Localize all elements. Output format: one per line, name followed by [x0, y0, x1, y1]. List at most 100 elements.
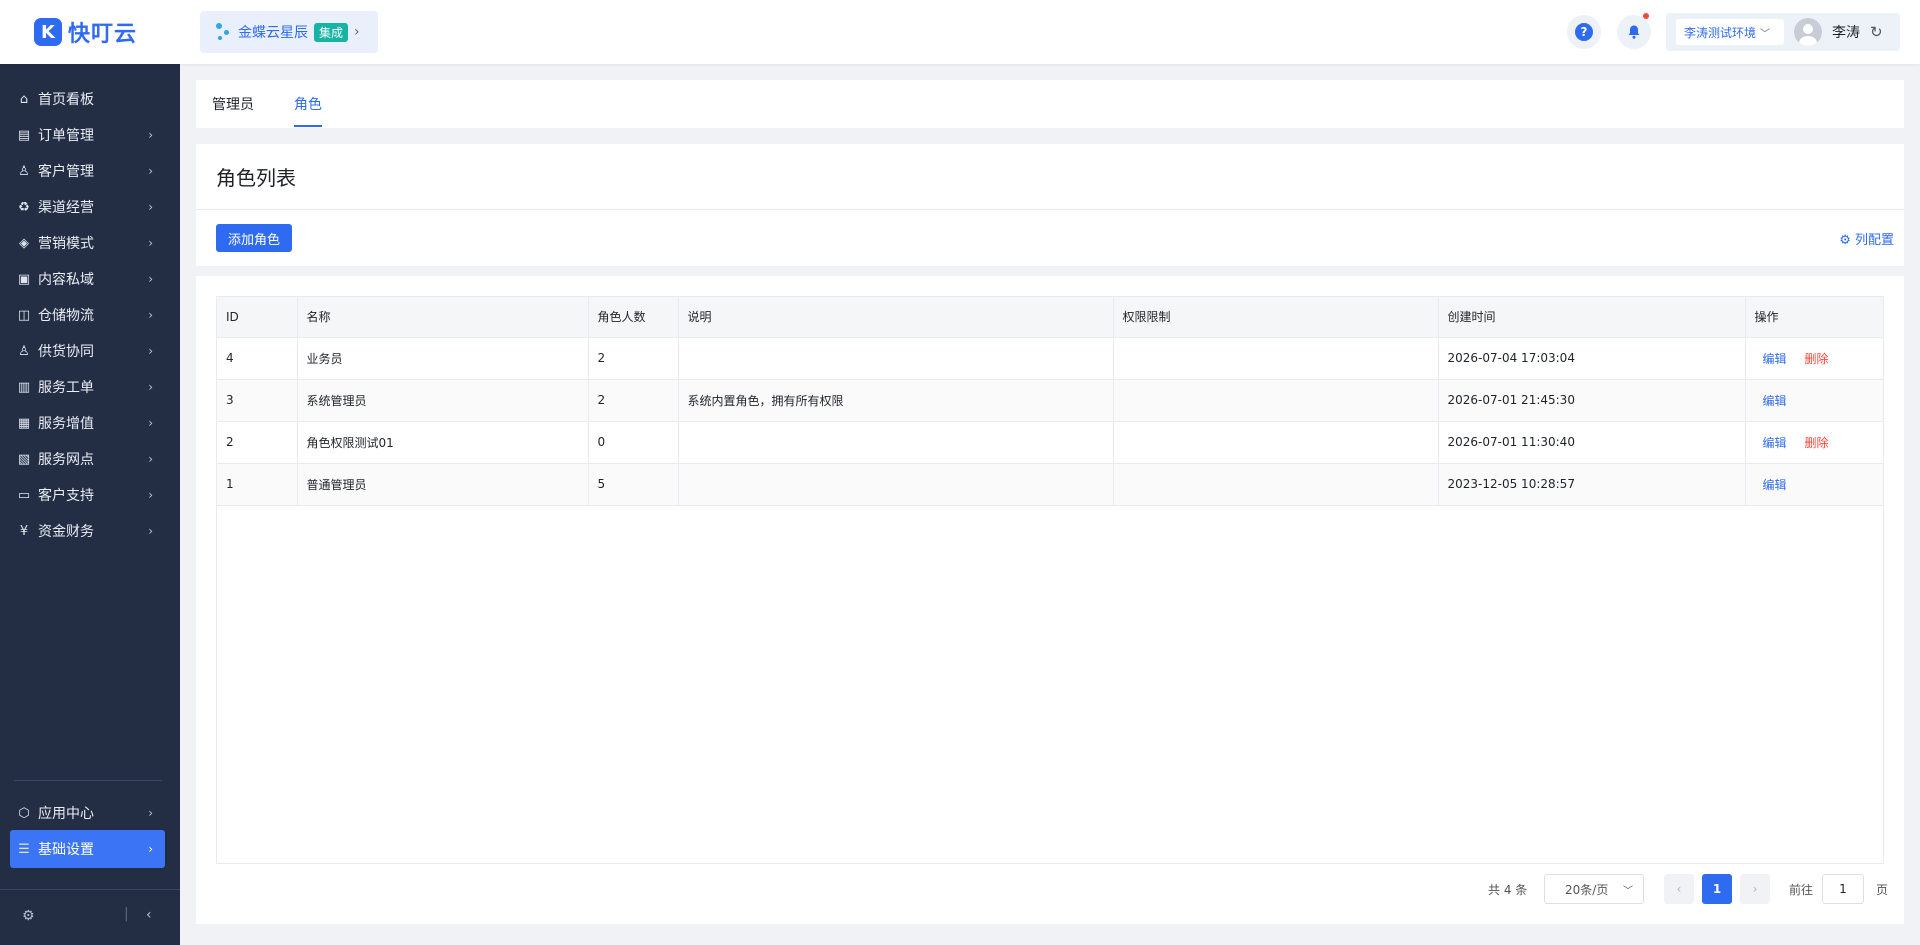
column-header-permission-limit[interactable]: 权限限制 — [1113, 297, 1439, 338]
cell-actions: 编辑 — [1745, 379, 1883, 422]
sidebar-item-6[interactable]: ◫ 仓储物流 › — [10, 296, 165, 334]
goto-label: 前往 — [1789, 883, 1814, 897]
sidebar-item-label: 应用中心 — [38, 806, 94, 822]
sidebar-item-1[interactable]: ▤ 订单管理 › — [10, 116, 165, 154]
avatar[interactable] — [1794, 18, 1822, 46]
column-header-count[interactable]: 角色人数 — [588, 297, 679, 338]
cell-description — [678, 421, 1114, 464]
edit-button[interactable]: 编辑 — [1763, 352, 1787, 366]
sidebar-item-11[interactable]: ▭ 客户支持 › — [10, 476, 165, 514]
active-tab-indicator — [294, 125, 322, 127]
integration-switcher[interactable]: 金蝶云星辰 集成 › — [200, 11, 378, 53]
tab-roles[interactable]: 角色 — [294, 94, 322, 114]
chevron-right-icon: › — [148, 452, 153, 466]
chevron-right-icon: › — [148, 200, 153, 214]
column-header-id[interactable]: ID — [217, 297, 298, 338]
chevron-right-icon: › — [354, 24, 360, 40]
integration-badge: 集成 — [314, 22, 349, 42]
environment-label: 李涛测试环境 — [1684, 25, 1757, 40]
footer-separator: | — [124, 906, 129, 922]
sidebar-item-8[interactable]: ▥ 服务工单 › — [10, 368, 165, 406]
sidebar-item-7[interactable]: ♙ 供货协同 › — [10, 332, 165, 370]
environment-select[interactable]: 李涛测试环境 ﹀ — [1676, 19, 1784, 45]
sidebar-item-5[interactable]: ▣ 内容私域 › — [10, 260, 165, 298]
cell-count: 0 — [588, 421, 679, 464]
goto-page-input[interactable]: 1 — [1822, 874, 1864, 904]
sidebar-item-label: 服务增值 — [38, 416, 94, 432]
delete-button[interactable]: 删除 — [1805, 352, 1829, 366]
sidebar-item-label: 首页看板 — [38, 92, 94, 108]
sidebar-item-2[interactable]: ♙ 客户管理 › — [10, 152, 165, 190]
chevron-right-icon: › — [148, 308, 153, 322]
add-role-button[interactable]: 添加角色 — [216, 224, 292, 252]
page-number-button[interactable]: 1 — [1702, 874, 1732, 904]
sidebar-item-bottom-1[interactable]: ☰ 基础设置 › — [10, 830, 165, 868]
cell-description: 系统内置角色，拥有所有权限 — [678, 379, 1114, 422]
sidebar-item-bottom-0[interactable]: ⬡ 应用中心 › — [10, 794, 165, 832]
refresh-icon[interactable]: ↻ — [1870, 23, 1883, 41]
column-config-button[interactable]: ⚙ 列配置 — [1839, 229, 1894, 248]
next-page-button[interactable]: › — [1740, 874, 1770, 904]
chevron-right-icon: › — [148, 344, 153, 358]
page-size-select[interactable]: 20条/页 ﹀ — [1544, 874, 1644, 904]
tabs-bar: 管理员 角色 — [196, 80, 1904, 128]
chevron-right-icon: › — [148, 488, 153, 502]
sidebar-item-label: 供货协同 — [38, 344, 94, 360]
collapse-sidebar-icon[interactable]: ‹ — [146, 907, 152, 923]
notification-button[interactable] — [1617, 13, 1651, 49]
sidebar-item-10[interactable]: ▧ 服务网点 › — [10, 440, 165, 478]
yuan-icon: ¥ — [19, 523, 29, 539]
user-area: 李涛测试环境 ﹀ 李涛 ↻ — [1666, 13, 1900, 51]
notification-dot — [1643, 13, 1649, 19]
edit-button[interactable]: 编辑 — [1763, 394, 1787, 408]
delete-button[interactable]: 删除 — [1805, 436, 1829, 450]
supply-icon: ♙ — [18, 343, 30, 359]
cell-id: 3 — [217, 379, 298, 422]
order-icon: ▤ — [17, 127, 31, 143]
cell-permission-limit — [1113, 421, 1439, 464]
sidebar-item-4[interactable]: ◈ 营销模式 › — [10, 224, 165, 262]
sidebar-item-label: 内容私域 — [38, 272, 94, 288]
logo[interactable]: K 快叮云 — [34, 15, 137, 49]
column-header-name[interactable]: 名称 — [297, 297, 589, 338]
cell-permission-limit — [1113, 463, 1439, 506]
chevron-down-icon: ﹀ — [1760, 28, 1771, 40]
sidebar-item-label: 基础设置 — [38, 842, 94, 858]
edit-button[interactable]: 编辑 — [1763, 436, 1787, 450]
prev-page-button[interactable]: ‹ — [1664, 874, 1694, 904]
cell-created-time: 2026-07-04 17:03:04 — [1438, 337, 1746, 380]
cell-created-time: 2026-07-01 21:45:30 — [1438, 379, 1746, 422]
sidebar-item-label: 订单管理 — [38, 128, 94, 144]
chevron-right-icon: › — [148, 806, 153, 820]
logo-mark-icon: K — [34, 18, 62, 46]
gear-icon[interactable]: ⚙ — [22, 908, 35, 924]
username[interactable]: 李涛 — [1832, 22, 1860, 42]
role-list-header: 角色列表 添加角色 ⚙ 列配置 — [196, 144, 1904, 266]
sidebar-item-label: 资金财务 — [38, 524, 94, 540]
column-header-description[interactable]: 说明 — [678, 297, 1114, 338]
table-header-row: ID 名称 角色人数 说明 权限限制 创建时间 操作 — [217, 297, 1883, 338]
column-header-created-time[interactable]: 创建时间 — [1438, 297, 1746, 338]
sidebar-item-9[interactable]: ▦ 服务增值 › — [10, 404, 165, 442]
column-header-actions: 操作 — [1745, 297, 1883, 338]
pagination: 共 4 条 20条/页 ﹀ ‹ 1 › 前往 1 页 — [196, 874, 1904, 904]
sidebar-item-label: 渠道经营 — [38, 200, 94, 216]
sidebar-item-0[interactable]: ⌂ 首页看板 — [10, 80, 165, 118]
pagination-total: 共 4 条 — [1488, 883, 1528, 897]
chevron-down-icon: ﹀ — [1623, 885, 1633, 897]
sidebar-item-12[interactable]: ¥ 资金财务 › — [10, 512, 165, 550]
cell-name: 普通管理员 — [297, 463, 589, 506]
image-icon: ▣ — [17, 271, 31, 287]
sidebar-item-label: 营销模式 — [38, 236, 94, 252]
page-unit-label: 页 — [1876, 883, 1889, 897]
store-icon: ▧ — [17, 451, 31, 467]
sidebar-divider — [14, 780, 162, 781]
edit-button[interactable]: 编辑 — [1763, 478, 1787, 492]
tab-admins[interactable]: 管理员 — [212, 94, 254, 114]
bell-icon — [1628, 25, 1640, 39]
table-row: 2 角色权限测试01 0 2026-07-01 11:30:40 编辑 删除 — [217, 421, 1883, 464]
sidebar-item-3[interactable]: ♻ 渠道经营 › — [10, 188, 165, 226]
cube-icon: ⬡ — [18, 805, 30, 821]
bag-icon: ▦ — [17, 415, 31, 431]
help-button[interactable]: ? — [1567, 15, 1601, 49]
